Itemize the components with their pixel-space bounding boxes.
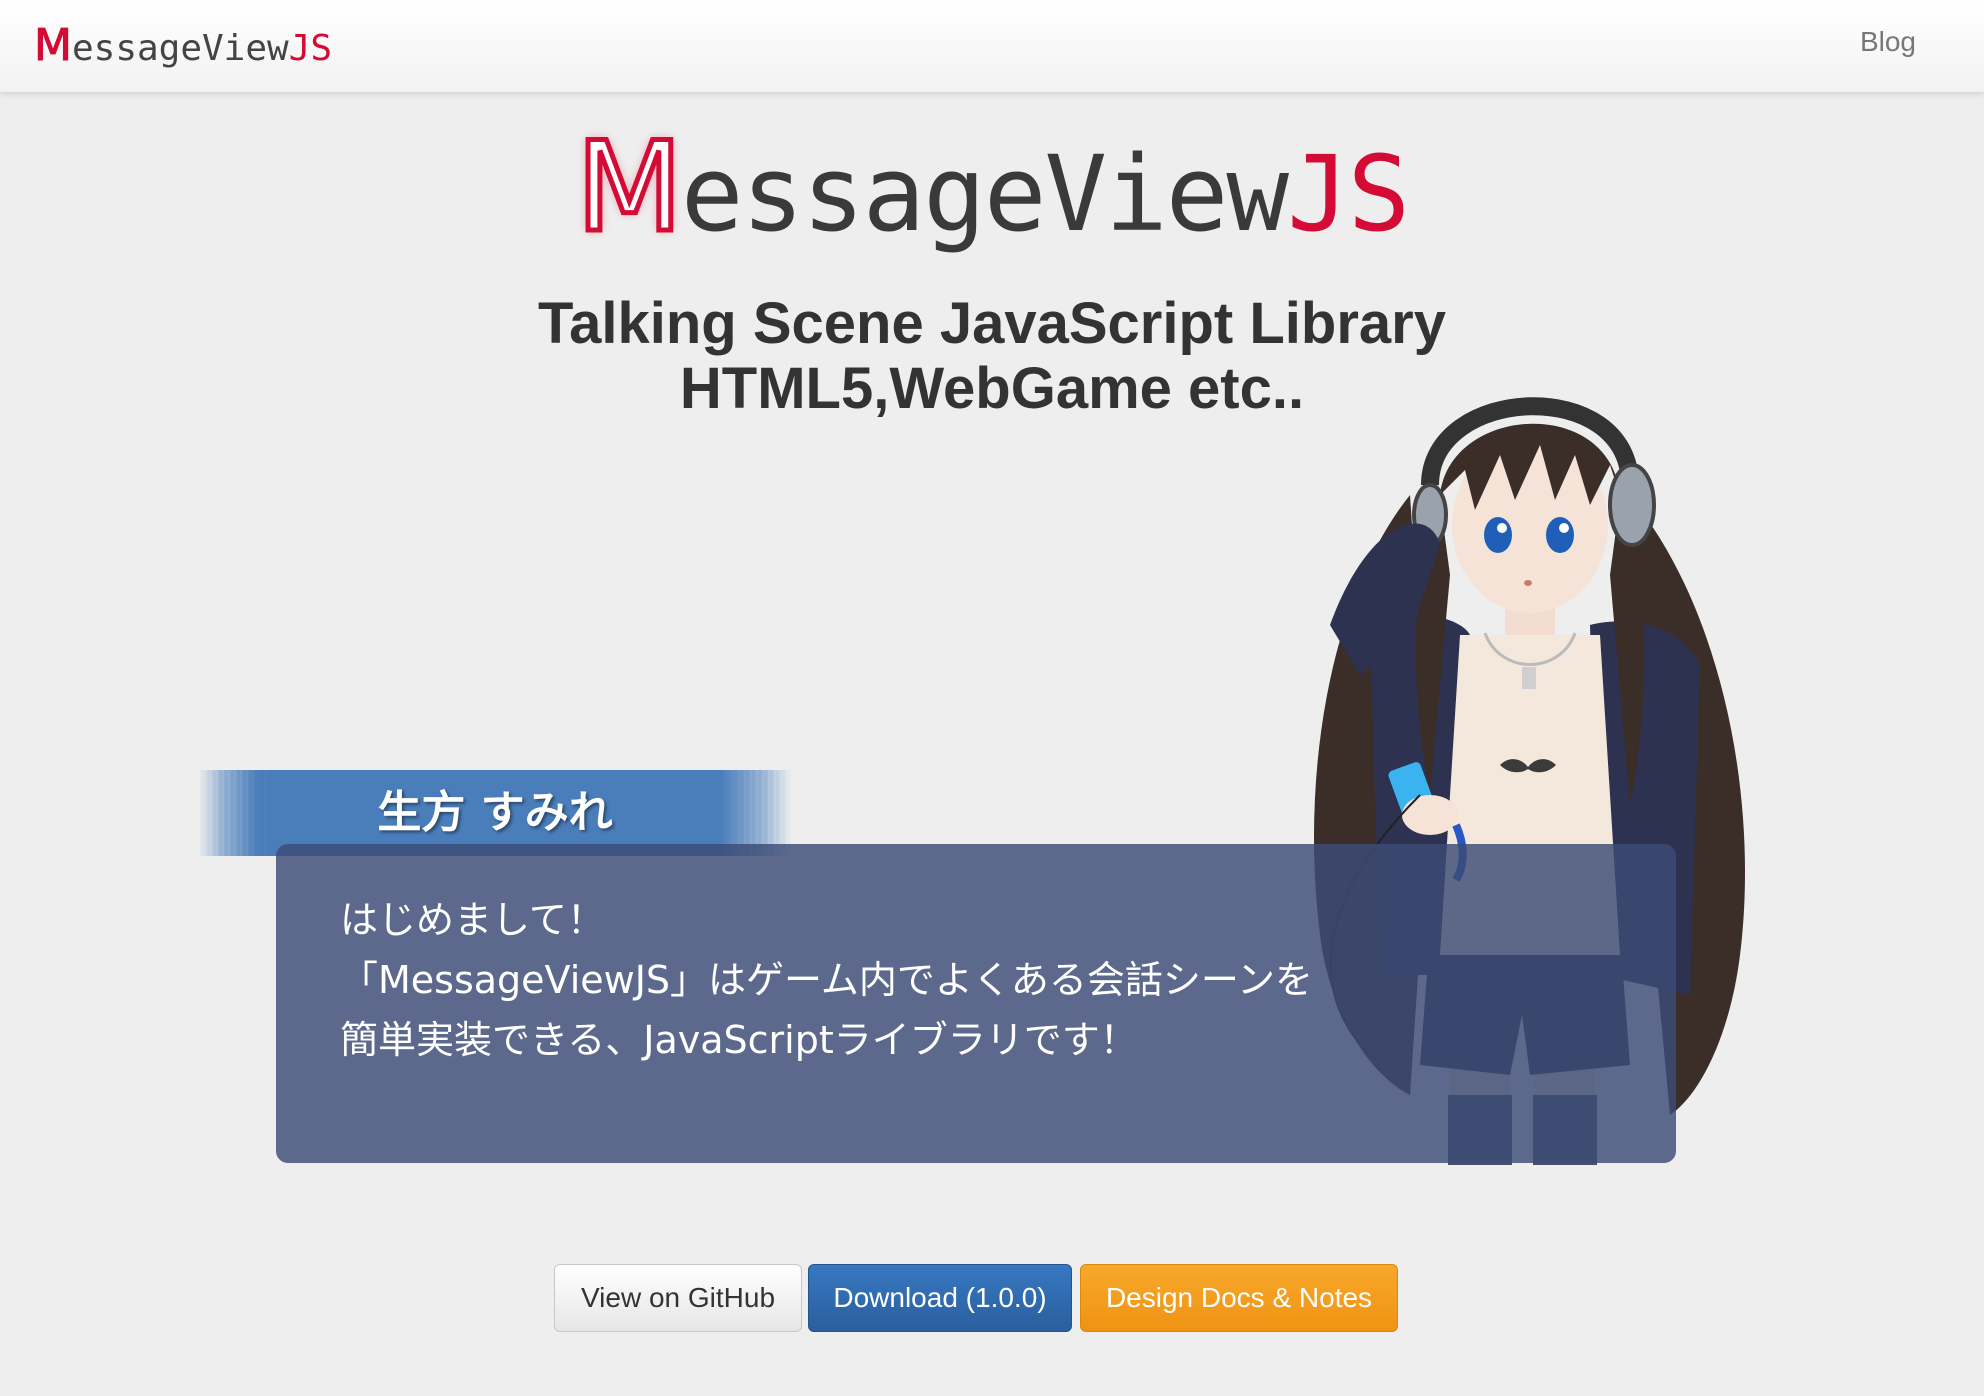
view-on-github-button[interactable]: View on GitHub (554, 1264, 802, 1332)
brand-logo-link[interactable]: MessageViewJS (34, 20, 333, 71)
hero-logo-js: JS (1286, 133, 1410, 255)
hero-logo-m: M (573, 116, 685, 261)
design-docs-button[interactable]: Design Docs & Notes (1080, 1264, 1398, 1332)
hero-logo-text: essageView (680, 133, 1289, 255)
message-line-3: 簡単実装できる、JavaScriptライブラリです！ (340, 1018, 1138, 1062)
dialogue-message-box[interactable]: はじめまして！ 「MessageViewJS」はゲーム内でよくある会話シーンを … (276, 844, 1676, 1163)
tagline-line-1: Talking Scene JavaScript Library (538, 291, 1446, 356)
message-line-1: はじめまして！ (340, 898, 605, 942)
download-button[interactable]: Download (1.0.0) (808, 1264, 1072, 1332)
brand-logo-m: M (34, 20, 73, 71)
top-navbar: MessageViewJS Blog (0, 0, 1984, 93)
message-line-2: 「MessageViewJS」はゲーム内でよくある会話シーンを (340, 958, 1314, 1002)
brand-logo-js: JS (288, 28, 333, 69)
nav-blog-link[interactable]: Blog (1860, 26, 1916, 58)
brand-logo-text: essageView (71, 28, 289, 69)
hero-logo: MessageViewJS (0, 116, 1984, 264)
